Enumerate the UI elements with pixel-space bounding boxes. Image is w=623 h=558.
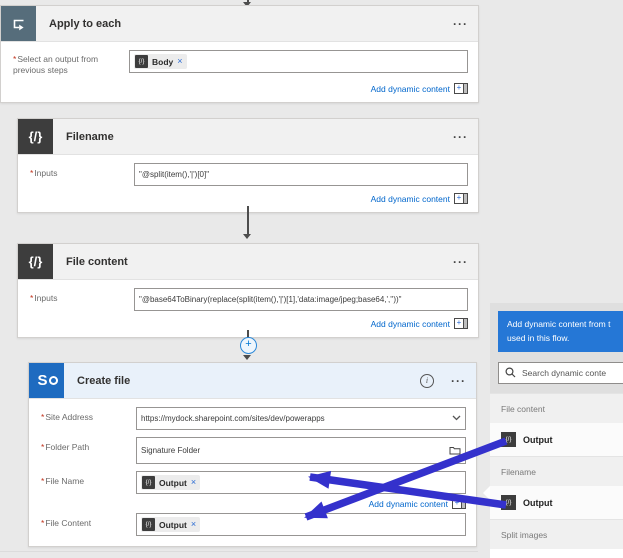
list-item-output[interactable]: {/} Output xyxy=(490,423,623,456)
card-title: Filename xyxy=(66,130,114,143)
more-menu-button[interactable]: ··· xyxy=(453,130,468,144)
folder-icon[interactable] xyxy=(449,445,461,457)
expression-icon: {/} xyxy=(501,495,516,510)
field-label: *Inputs xyxy=(30,168,58,178)
field-label: *Site Address xyxy=(41,412,94,422)
file-name-input[interactable]: {/} Output × xyxy=(136,471,466,494)
add-dynamic-content-link[interactable]: Add dynamic content xyxy=(371,84,450,94)
panel-header-text: Add dynamic content from t xyxy=(507,319,611,329)
filename-header[interactable]: {/} Filename ··· xyxy=(18,119,478,155)
add-dynamic-content-link[interactable]: Add dynamic content xyxy=(371,319,450,329)
scope-divider xyxy=(0,551,478,552)
group-label-split-images: Split images xyxy=(490,519,623,549)
inputs-field[interactable]: "@split(item(),'|')[0]" xyxy=(134,163,468,186)
file-content-card: {/} File content ··· *Inputs "@base64ToB… xyxy=(17,243,479,338)
panel-header-text: used in this flow. xyxy=(507,332,570,343)
create-file-header[interactable]: S Create file i ··· xyxy=(29,363,476,399)
more-menu-button[interactable]: ··· xyxy=(453,17,468,31)
apply-to-each-header[interactable]: Apply to each ··· xyxy=(1,6,478,42)
expression-icon: {/} xyxy=(501,432,516,447)
group-label-filename: Filename xyxy=(490,456,623,486)
info-icon[interactable]: i xyxy=(420,373,434,388)
connector-arrowhead xyxy=(243,234,251,239)
sharepoint-icon: S xyxy=(29,363,64,398)
more-menu-button[interactable]: ··· xyxy=(453,255,468,269)
file-content-input[interactable]: {/} Output × xyxy=(136,513,466,536)
expression-icon: {/} xyxy=(18,244,53,279)
site-address-select[interactable]: https://mydock.sharepoint.com/sites/dev/… xyxy=(136,407,466,430)
expression-icon: {/} xyxy=(135,55,148,68)
card-title: File content xyxy=(66,255,128,268)
field-label: *Inputs xyxy=(30,293,58,303)
create-file-card: S Create file i ··· *Site Address https:… xyxy=(28,362,477,547)
dynamic-content-icon[interactable]: + xyxy=(454,83,468,95)
search-icon xyxy=(505,367,516,380)
output-token[interactable]: {/} Output × xyxy=(141,517,201,532)
more-menu-button[interactable]: ··· xyxy=(451,374,466,388)
add-dynamic-content-link[interactable]: Add dynamic content xyxy=(371,194,450,204)
group-label-file-content: File content xyxy=(490,393,623,423)
close-icon[interactable]: × xyxy=(177,57,182,66)
dynamic-content-icon[interactable]: + xyxy=(452,498,466,509)
field-label: *File Name xyxy=(41,476,85,486)
output-token[interactable]: {/} Output × xyxy=(141,475,201,490)
chevron-down-icon[interactable] xyxy=(452,414,461,423)
card-title: Apply to each xyxy=(49,17,122,30)
close-icon[interactable]: × xyxy=(191,520,196,529)
dynamic-content-icon[interactable]: + xyxy=(454,318,468,329)
expression-icon: {/} xyxy=(142,518,155,531)
expression-icon: {/} xyxy=(18,119,53,154)
file-content-header[interactable]: {/} File content ··· xyxy=(18,244,478,280)
field-label: *File Content xyxy=(41,518,92,528)
dynamic-content-panel: Add dynamic content from t used in this … xyxy=(483,303,623,558)
panel-header: Add dynamic content from t used in this … xyxy=(498,311,623,353)
flow-designer-canvas: { "icons": { "ellipsis": "···", "express… xyxy=(0,0,623,558)
panel-notch xyxy=(483,486,490,500)
filename-card: {/} Filename ··· *Inputs "@split(item(),… xyxy=(17,118,479,213)
field-label: *Folder Path xyxy=(41,442,90,452)
close-icon[interactable]: × xyxy=(191,478,196,487)
dynamic-content-icon[interactable]: + xyxy=(454,193,468,204)
connector-arrowhead xyxy=(243,355,251,360)
inputs-field[interactable]: "@base64ToBinary(replace(split(item(),'|… xyxy=(134,288,468,311)
search-placeholder: Search dynamic conte xyxy=(522,368,607,379)
card-title: Create file xyxy=(77,374,131,387)
select-output-input[interactable]: {/} Body × xyxy=(129,50,468,73)
apply-to-each-card: Apply to each ··· *Select an output from… xyxy=(0,5,479,104)
loop-icon xyxy=(1,6,36,41)
body-token[interactable]: {/} Body × xyxy=(134,54,187,69)
search-input[interactable]: Search dynamic conte xyxy=(498,362,623,385)
list-item-output[interactable]: {/} Output xyxy=(490,486,623,519)
folder-path-input[interactable]: Signature Folder xyxy=(136,437,466,464)
connector-line xyxy=(247,206,249,234)
add-dynamic-content-link[interactable]: Add dynamic content xyxy=(369,499,448,509)
insert-step-button[interactable]: + xyxy=(240,337,257,354)
dynamic-content-list: File content {/} Output Filename {/} Out… xyxy=(490,393,623,558)
expression-icon: {/} xyxy=(142,476,155,489)
field-label: *Select an output from previous steps xyxy=(13,54,99,76)
